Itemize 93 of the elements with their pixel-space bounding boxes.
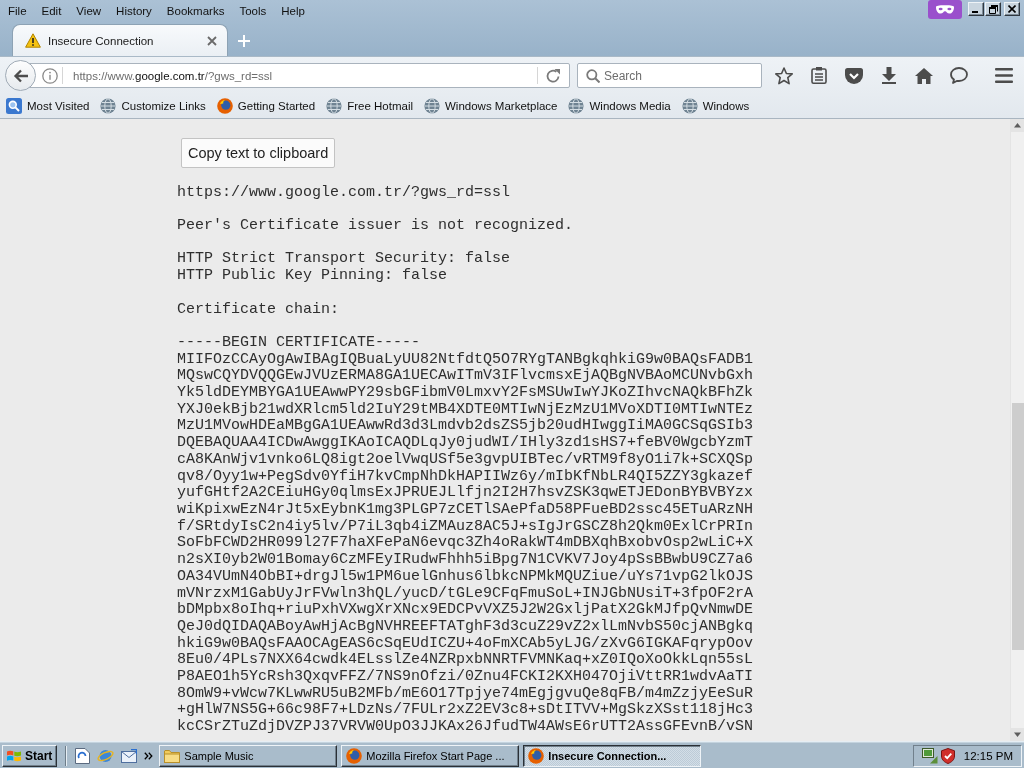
- close-icon[interactable]: [207, 35, 217, 46]
- flag-icon: [6, 748, 22, 763]
- copy-button[interactable]: Copy text to clipboard: [181, 138, 336, 168]
- certificate-line: -----BEGIN CERTIFICATE-----: [177, 334, 421, 352]
- taskbar-button[interactable]: Mozilla Firefox Start Page ...: [341, 744, 520, 767]
- security-setting-text: HTTP Public Key Pinning: false: [177, 268, 448, 285]
- certificate-line: n2sXI0yb2W01Bomay6CzMFEyIRudwFhhh5iBpg7N1CVKV7Joy4pSsBBwbU9CZ7a6: [177, 552, 754, 569]
- restore-button[interactable]: [985, 2, 1001, 16]
- taskbar-button[interactable]: Sample Music: [159, 744, 338, 767]
- scroll-up-icon[interactable]: [1011, 119, 1024, 132]
- info-icon[interactable]: [42, 67, 58, 84]
- menu-item[interactable]: Bookmarks: [166, 3, 225, 18]
- bookmark-item[interactable]: Windows Media: [566, 98, 673, 114]
- section-heading: Certificate chain:: [177, 301, 340, 319]
- certificate-line: MQswCQYDVQQGEwJVUzERMA8GA1UECAwITmV3IFlvcmsxEjAQBgNVBAoMCUNvbGxh: [177, 368, 754, 385]
- bookmark-item[interactable]: Most Visited: [4, 98, 92, 114]
- bookmark-item[interactable]: Customize Links: [98, 98, 208, 114]
- search-field[interactable]: Search: [604, 68, 754, 83]
- certificate-line: f/SRtdyIsC2n4iy5lv/P7iL3qb4iZMAuz8AC5J+sIgJrGSCZ8h2Qkm0ExlCrPRIn: [177, 518, 754, 535]
- menu-icon: [995, 68, 1013, 83]
- menu-item[interactable]: Tools: [239, 3, 267, 18]
- bookmark-item[interactable]: Free Hotmail: [324, 98, 415, 114]
- bookmark-item[interactable]: Windows: [679, 98, 752, 114]
- certificate-line: mVNrzxM1GabUyJrFVwln3hQL/yucD/tGLe9CFqFmuSoL+INJGbNUsiT+3fpOF2rA: [177, 585, 754, 602]
- globe-icon: [424, 98, 440, 114]
- mask-icon[interactable]: [928, 0, 962, 19]
- certificate-line: qv8/Oyy1w+PegSdv0YfiH7kvCmpNhDkHAPIIWz6y/mIbKfNbLR4QI5ZZY3gkazef: [177, 468, 754, 485]
- close-icon: [1008, 5, 1016, 13]
- restore-icon: [988, 4, 998, 14]
- back-arrow-icon: [12, 68, 29, 83]
- globe-icon: [568, 98, 585, 114]
- certificate-line: QeJ0dQIDAQABoyAwHjAcBgNVHREEFTATghF3d3cuZ29vZ2xlLmNvbS50cjANBgkq: [177, 618, 754, 636]
- address-field[interactable]: https://www.google.com.tr/?gws_rd=ssl: [73, 69, 537, 82]
- monitor-icon[interactable]: [921, 747, 938, 764]
- certificate-line: 8Eu0/4PLs7NXX64cwdk4ELsslZe4NZRpxbNNRTFVMNKaq+xZ0IQoXoOkkLqn55sL: [177, 652, 754, 669]
- search-tile-icon: [6, 98, 22, 114]
- certificate-line: kcCSrZTuZdjDVZPJ37VRVW0UpO3JJKAx26JfudTW4AWsE6rUTT2AssGFEvnB/vSN: [177, 719, 754, 736]
- certificate-line: 8OmW9+vWcw7KLwwRU5uB2MFb/mE6O17Tpjye74mEgjgvuQe8qFB/m4mZzjyEeSuR: [177, 685, 754, 702]
- clipboard-icon: [811, 67, 827, 84]
- menu-item[interactable]: History: [116, 3, 152, 18]
- certificate-line: DQEBAQUAA4ICDwAwggIKAoICAQDLqJy0judWI/IHly3zd1sHS7+feBV0WgcbYzmT: [177, 435, 754, 452]
- certificate-line: wiKpixwEzN4rJt5xEybnK1mg3PLGP7zCETlSAePfaD58PFueBD2ssc45ETuARzNH: [177, 502, 754, 519]
- menu-item[interactable]: File: [8, 3, 27, 18]
- reload-icon[interactable]: [545, 67, 561, 84]
- certificate-line: cA8KAnWjv1vnko6LQ8igt2oelVwqUSf5e3gvpUIBTec/vRTM9f8yO1i7k+SCXQSp: [177, 451, 754, 469]
- pouch-icon: [845, 67, 863, 84]
- search-bar[interactable]: Search: [577, 63, 762, 88]
- star-icon: [775, 66, 793, 85]
- error-message: Peer's Certificate issuer is not recognized.: [177, 218, 574, 235]
- home-icon: [915, 67, 933, 84]
- certificate-line: +gHlW7NS5G+66c98F7+LDzNs/7FULr2xZ2EV3c8+sDtITVV+MgSkzXSst118jHc3: [177, 702, 754, 719]
- certificate-line: bDMpbx8oIhq+riuPxhVXwgXrXNcx9EDCPvVXZ5J2W2GxljPatX2GkMJfpQvNmwDE: [177, 602, 754, 619]
- certificate-line: SoFbFCWD2HR099l27F7haXFePaN6evqc3Zh4oRakWT4mDBXqhBxobvOsp2wLiC+X: [177, 535, 754, 552]
- globe-icon: [681, 98, 698, 114]
- speech-bubble-icon: [950, 67, 968, 84]
- security-setting-text: HTTP Strict Transport Security: false: [177, 251, 511, 268]
- tab[interactable]: Insecure Connection: [12, 24, 228, 56]
- back-button[interactable]: [5, 60, 36, 91]
- warning-icon: [25, 33, 41, 48]
- scrollbar-thumb[interactable]: [1012, 403, 1024, 650]
- menu-item[interactable]: Help: [281, 3, 305, 18]
- certificate-line: OA34VUmN4ObBI+drgJl5w1PM6uelGnhus6lbkcNPMkMQUZiue/uYs71vpG2lkOJS: [177, 568, 754, 586]
- search-icon: [586, 68, 600, 83]
- close-window-button[interactable]: [1004, 2, 1020, 16]
- menu-item[interactable]: View: [76, 3, 102, 18]
- shield-icon[interactable]: [940, 747, 955, 764]
- clock-text: 12:15 PM: [963, 749, 1013, 762]
- flame-globe-icon: [216, 98, 233, 114]
- globe-icon: [100, 98, 117, 114]
- certificate-line: YXJ0ekBjb21wdXRlcm5ld2IuY29tMB4XDTE0MTIwNjEzMzU1MVoXDTI0MTIwNTEz: [177, 401, 754, 418]
- download-icon: [881, 67, 897, 84]
- bookmark-item[interactable]: Getting Started: [214, 98, 318, 114]
- certificate-line: yufGHtf2A2CEiuHGy0qlmsExJPRUEJLlfjn2I2H7hsvZSK3qwETJEDonBYBVBYzx: [177, 485, 754, 502]
- page-url-text: https://www.google.com.tr/?gws_rd=ssl: [177, 184, 511, 202]
- menu-item[interactable]: Edit: [41, 3, 62, 18]
- envelope-icon[interactable]: [121, 748, 138, 763]
- certificate-line: P8AEO1h5YcRsh3QxqvFFZ/7NS9nOfzi/0Znu4FCKI2KXH047OjiVttRR1wdvAaTI: [177, 669, 754, 686]
- flame-globe-icon: [528, 747, 545, 764]
- minimize-button[interactable]: [968, 2, 984, 16]
- certificate-line: Yk5ldDEYMBYGA1UEAwwPY29sbGFibmV0LmxvY2FsMSUwIwYJKoZIhvcNAQkBFhZk: [177, 385, 754, 402]
- certificate-line: MIIFOzCCAyOgAwIBAgIQBuaLyUU82NtfdtQ5O7RYgTANBgkqhkiG9w0BAQsFADB1: [177, 351, 754, 368]
- flame-globe-icon: [346, 747, 363, 764]
- bookmark-item[interactable]: Windows Marketplace: [422, 98, 560, 114]
- certificate-line: hkiG9w0BAQsFAAOCAgEAS6cSqEUdICZU+4oFmXCAb5yLJG/zXvG6IGKAFqrypOov: [177, 635, 754, 652]
- scrollbar-track[interactable]: [1010, 119, 1024, 741]
- folder-icon: [164, 748, 181, 763]
- scroll-down-icon[interactable]: [1011, 728, 1024, 741]
- page-icon[interactable]: [75, 747, 91, 764]
- certificate-line: MzU1MVowHDEaMBgGA1UEAwwRd3d3Lmdvb2dsZS5jb20udHIwggIiMA0GCSqGSIb3: [177, 418, 754, 435]
- start-button[interactable]: Start: [2, 744, 58, 767]
- globe-icon: [326, 98, 343, 114]
- taskbar-button[interactable]: Insecure Connection...: [523, 744, 702, 767]
- double-chevron-icon[interactable]: [144, 751, 154, 760]
